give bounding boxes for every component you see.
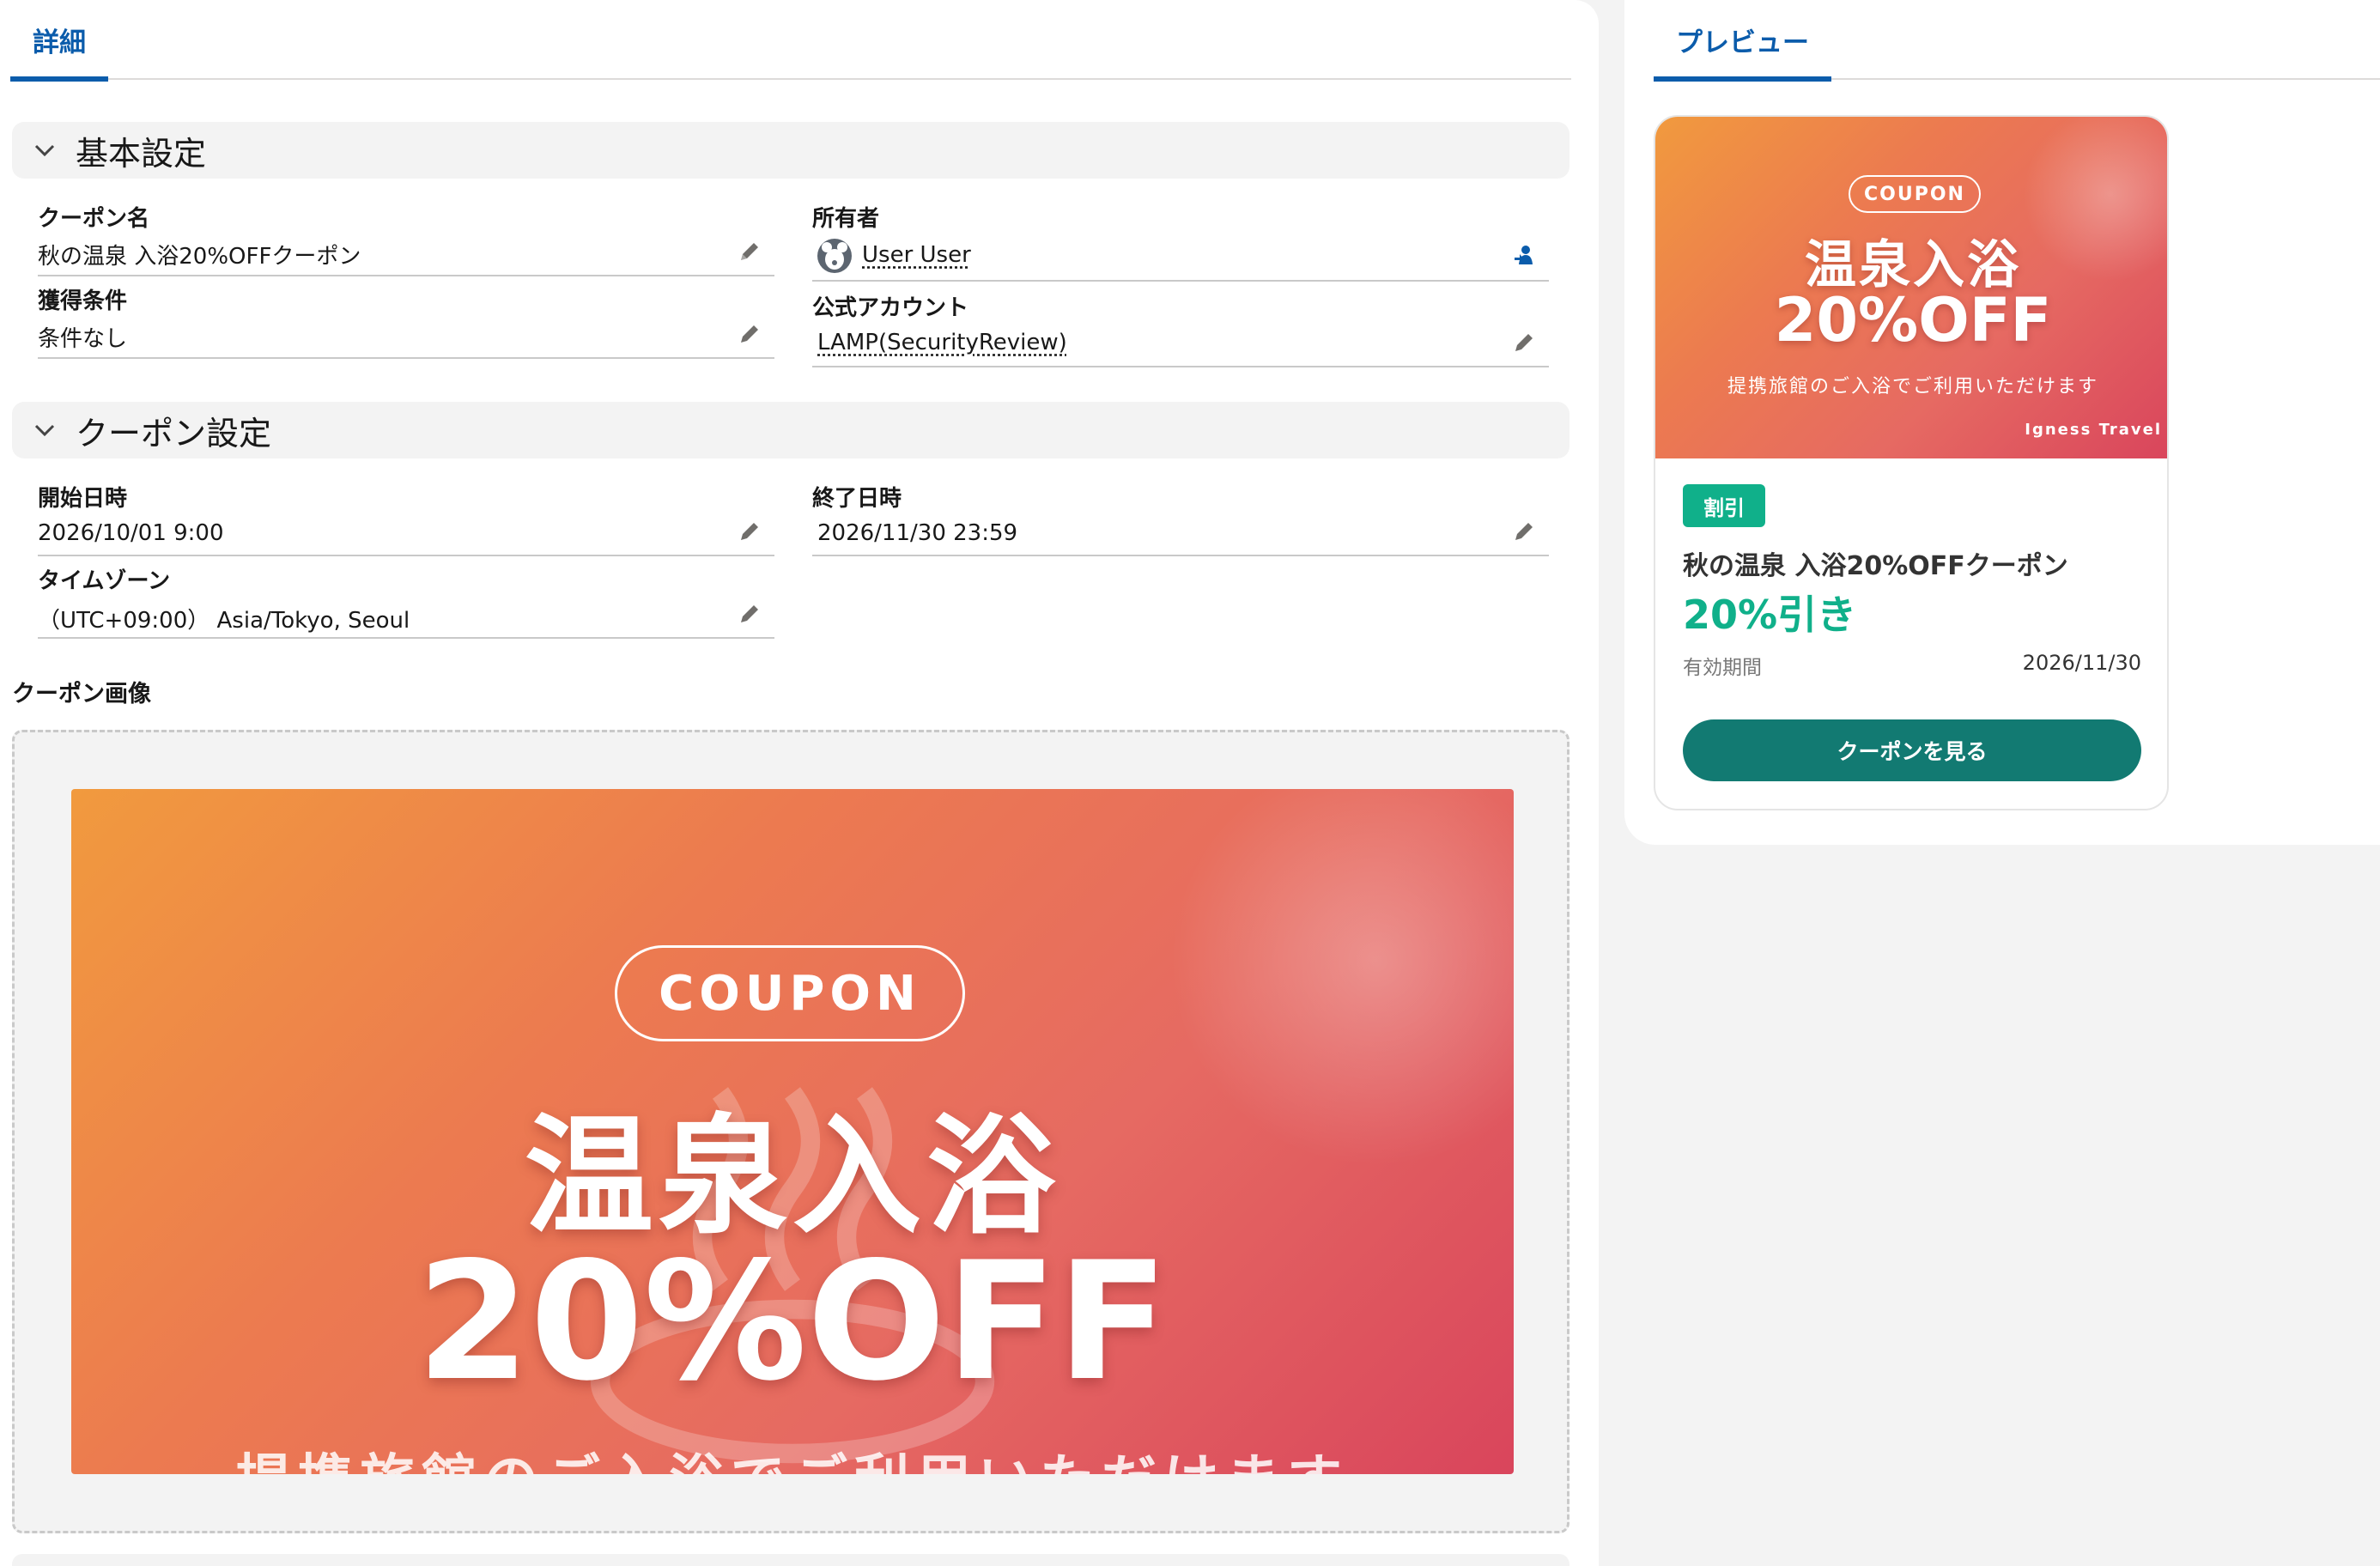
next-section-header: [12, 1554, 1569, 1566]
field-label: 開始日時: [38, 486, 128, 512]
tab-preview-label: プレビュー: [1676, 27, 1809, 58]
field-value: 2026/10/01 9:00: [38, 520, 224, 546]
owner-link[interactable]: User User: [862, 242, 971, 268]
field-label: 獲得条件: [38, 288, 128, 314]
field-official-account: 公式アカウント LAMP(SecurityReview): [812, 290, 1549, 367]
coupon-image-dropzone[interactable]: COUPON 温泉入浴 20%OFF 提携旅館のご入浴でご利用いただけます: [12, 730, 1569, 1533]
pencil-icon[interactable]: [737, 519, 762, 544]
coupon-subtitle: 提携旅館のご入浴でご利用いただけます: [71, 1436, 1514, 1474]
divider: [38, 275, 774, 276]
field-condition: 獲得条件 条件なし: [38, 283, 774, 359]
section-header-coupon[interactable]: クーポン設定: [12, 402, 1569, 458]
change-owner-icon[interactable]: [1511, 242, 1537, 268]
official-account-link[interactable]: LAMP(SecurityReview): [817, 330, 1067, 355]
field-label: クーポン名: [38, 206, 150, 232]
chevron-down-icon: [27, 133, 62, 167]
coupon-preview-card: COUPON 温泉入浴 20%OFF 提携旅館のご入浴でご利用いただけます Ig…: [1654, 115, 2169, 810]
preview-discount: 20%引き: [1683, 592, 1857, 638]
preview-coupon-discount: 20%OFF: [1774, 285, 2052, 355]
tab-preview[interactable]: プレビュー: [1654, 0, 1831, 82]
divider: [38, 555, 774, 556]
divider: [38, 357, 774, 359]
pencil-icon[interactable]: [737, 601, 762, 627]
field-label: 終了日時: [812, 486, 902, 512]
field-coupon-name: クーポン名 秋の温泉 入浴20%OFFクーポン: [38, 201, 774, 276]
field-timezone: タイムゾーン （UTC+09:00） Asia/Tokyo, Seoul: [38, 563, 774, 639]
preview-coupon-badge: COUPON: [1849, 175, 1981, 213]
field-label: 公式アカウント: [812, 295, 969, 321]
divider: [38, 637, 774, 639]
divider: [812, 366, 1549, 367]
tab-detail[interactable]: 詳細: [10, 0, 108, 82]
preview-coupon-image: COUPON 温泉入浴 20%OFF 提携旅館のご入浴でご利用いただけます Ig…: [1655, 117, 2167, 458]
preview-panel: プレビュー COUPON 温泉入浴 20%OFF 提携旅館のご入浴でご利用いただ…: [1624, 0, 2380, 845]
preview-title: 秋の温泉 入浴20%OFFクーポン: [1683, 551, 2068, 581]
pencil-icon[interactable]: [737, 321, 762, 347]
preview-tabbar: プレビュー: [1654, 0, 2380, 82]
pencil-icon[interactable]: [737, 239, 762, 264]
section-title-coupon: クーポン設定: [76, 414, 272, 452]
valid-period-date: 2026/11/30: [2022, 651, 2141, 675]
preview-coupon-subtitle: 提携旅館のご入浴でご利用いただけます: [1727, 376, 2098, 398]
user-avatar-icon: [817, 239, 852, 273]
section-title-basic: 基本設定: [76, 134, 207, 173]
tab-detail-label: 詳細: [33, 27, 86, 58]
divider: [812, 555, 1549, 556]
chevron-down-icon: [27, 413, 62, 447]
coupon-image: COUPON 温泉入浴 20%OFF 提携旅館のご入浴でご利用いただけます: [71, 789, 1514, 1474]
field-label: タイムゾーン: [38, 568, 171, 594]
field-value: 2026/11/30 23:59: [817, 520, 1018, 546]
pencil-icon[interactable]: [1511, 519, 1537, 544]
valid-period-label: 有効期間: [1683, 657, 1762, 679]
field-value: 秋の温泉 入浴20%OFFクーポン: [38, 244, 361, 270]
field-start: 開始日時 2026/10/01 9:00: [38, 481, 774, 556]
field-value: （UTC+09:00） Asia/Tokyo, Seoul: [38, 608, 410, 634]
coupon-badge: COUPON: [615, 945, 965, 1041]
detail-panel: 詳細 基本設定 クーポン名 秋の温泉 入浴20%OFFクーポン 所有者 User…: [0, 0, 1599, 1566]
field-value: 条件なし: [38, 326, 128, 352]
section-header-basic[interactable]: 基本設定: [12, 122, 1569, 179]
field-end: 終了日時 2026/11/30 23:59: [812, 481, 1549, 556]
category-badge: 割引: [1683, 484, 1765, 527]
view-coupon-button[interactable]: クーポンを見る: [1683, 719, 2141, 781]
detail-tabbar: 詳細: [10, 0, 1571, 82]
coupon-image-label: クーポン画像: [12, 681, 151, 707]
divider: [812, 280, 1549, 282]
pencil-icon[interactable]: [1511, 330, 1537, 355]
coupon-discount: 20%OFF: [416, 1227, 1169, 1417]
field-label: 所有者: [812, 206, 880, 232]
field-owner: 所有者 User User: [812, 201, 1549, 282]
preview-coupon-brand: Igness Travel: [2025, 421, 2162, 439]
